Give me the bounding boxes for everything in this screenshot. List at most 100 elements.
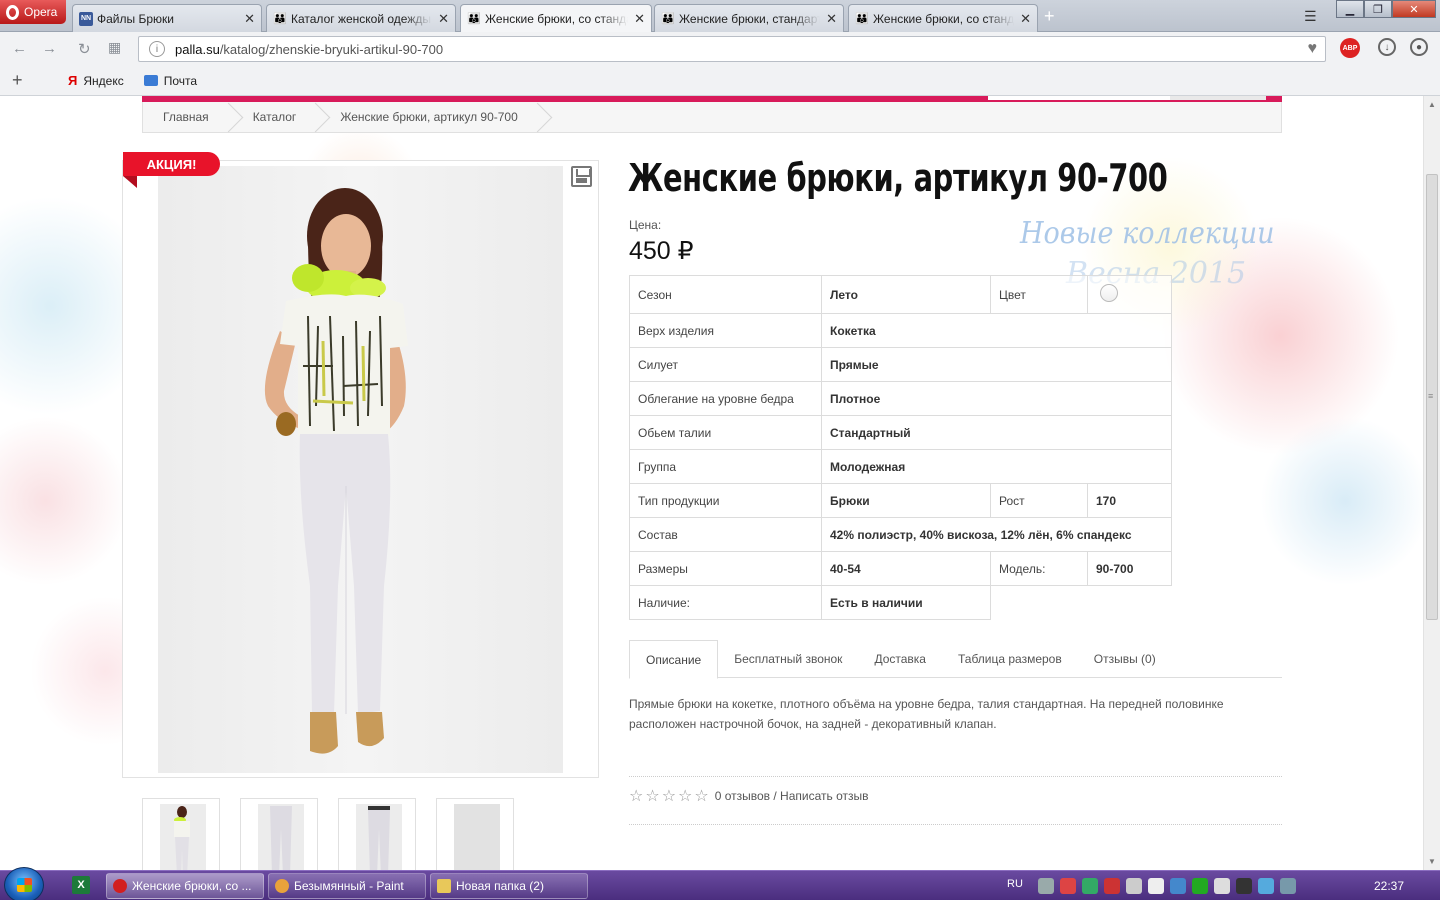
scroll-up-icon[interactable]: ▲ — [1428, 100, 1436, 109]
close-icon[interactable]: ✕ — [244, 11, 255, 27]
spec-value: Брюки — [821, 483, 991, 518]
tab-menu-icon[interactable]: ☰ — [1304, 8, 1317, 25]
new-tab-icon[interactable]: + — [1044, 6, 1055, 27]
model-figure — [264, 188, 408, 754]
opera-logo-icon — [6, 4, 19, 20]
taskbar-folder[interactable]: Новая папка (2) — [430, 873, 588, 899]
tab-title: Женские брюки, стандарт — [679, 11, 821, 26]
product-specs-table: Сезон Лето Цвет Верх изделия Кокетка Сил… — [629, 275, 1172, 620]
browser-tab-5[interactable]: 👪 Женские брюки, со станд ✕ — [848, 4, 1038, 32]
breadcrumb-home[interactable]: Главная — [143, 102, 231, 133]
tray-app-icon[interactable] — [1038, 878, 1054, 894]
color-radio[interactable] — [1100, 284, 1118, 302]
maximize-icon[interactable]: ❐ — [1364, 0, 1392, 18]
taskbar-opera[interactable]: Женские брюки, со ... — [106, 873, 264, 899]
close-icon[interactable]: ✕ — [1020, 11, 1031, 27]
bookmark-label: Почта — [163, 73, 198, 88]
bookmark-mail[interactable]: Почта — [143, 73, 198, 88]
tray-app-icon[interactable] — [1192, 878, 1208, 894]
spec-row: Состав 42% полиэстр, 40% вискоза, 12% лё… — [629, 517, 1172, 552]
background-flower — [0, 416, 130, 586]
reload-icon[interactable]: ↻ — [78, 40, 91, 58]
tray-app-icon[interactable] — [1258, 878, 1274, 894]
close-icon[interactable]: ✕ — [634, 11, 645, 27]
url-field[interactable]: i palla.su/katalog/zhenskie-bryuki-artik… — [138, 36, 1326, 62]
search-input[interactable] — [988, 96, 1170, 100]
folder-icon — [437, 879, 451, 893]
tab-delivery[interactable]: Доставка — [858, 640, 942, 678]
taskbar-paint[interactable]: Безымянный - Paint — [268, 873, 426, 899]
account-icon[interactable]: ● — [1410, 38, 1428, 56]
close-icon[interactable]: ✕ — [826, 11, 837, 27]
url-path: /katalog/zhenskie-bryuki-artikul-90-700 — [219, 41, 444, 57]
window-close-icon[interactable]: ✕ — [1392, 0, 1436, 18]
browser-tab-2[interactable]: 👪 Каталог женской одежды ✕ — [266, 4, 456, 32]
tray-app-icon[interactable] — [1236, 878, 1252, 894]
site-info-icon[interactable]: i — [149, 41, 165, 57]
volume-icon[interactable] — [1214, 878, 1230, 894]
forward-icon[interactable]: → — [42, 40, 57, 57]
browser-tab-4[interactable]: 👪 Женские брюки, стандарт ✕ — [654, 4, 844, 32]
tray-app-icon[interactable] — [1280, 878, 1296, 894]
close-icon[interactable]: ✕ — [438, 11, 449, 27]
language-indicator[interactable]: RU — [1007, 878, 1023, 890]
site-icon: 👪 — [661, 12, 675, 25]
bookmark-yandex[interactable]: Я Яндекс — [68, 73, 124, 88]
page-scrollbar[interactable]: ▲ ≡ ▼ — [1423, 96, 1440, 870]
browser-tab-1[interactable]: NN Файлы Брюки ✕ — [72, 4, 262, 32]
tray-app-icon[interactable] — [1170, 878, 1186, 894]
product-photo[interactable] — [158, 166, 563, 773]
network-icon[interactable] — [1148, 878, 1164, 894]
thumbnail-3[interactable] — [338, 798, 416, 870]
yandex-icon: Я — [68, 73, 78, 88]
opera-menu-button[interactable]: Opera — [0, 0, 66, 24]
back-icon[interactable]: ← — [12, 40, 27, 57]
breadcrumb-current: Женские брюки, артикул 90-700 — [318, 102, 539, 133]
tray-flag-icon[interactable] — [1104, 878, 1120, 894]
spec-value: Кокетка — [821, 313, 1172, 348]
save-icon[interactable] — [571, 166, 592, 187]
scroll-down-icon[interactable]: ▼ — [1428, 857, 1436, 866]
tab-size-chart[interactable]: Таблица размеров — [942, 640, 1078, 678]
thumbnail-2[interactable] — [240, 798, 318, 870]
tab-reviews[interactable]: Отзывы (0) — [1078, 640, 1172, 678]
browser-tab-3-active[interactable]: 👪 Женские брюки, со стандартной ✕ — [460, 4, 652, 33]
tray-shield-icon[interactable] — [1082, 878, 1098, 894]
clock[interactable]: 22:37 — [1374, 879, 1404, 893]
tab-description[interactable]: Описание — [629, 640, 719, 679]
nn-icon: NN — [79, 11, 93, 26]
minimize-icon[interactable]: ▁ — [1336, 0, 1364, 18]
spec-row: Группа Молодежная — [629, 449, 1172, 484]
spec-label: Рост — [990, 483, 1088, 518]
opera-icon — [113, 879, 127, 893]
breadcrumb-catalog[interactable]: Каталог — [231, 102, 319, 133]
site-icon: 👪 — [273, 12, 287, 25]
speed-dial-icon[interactable]: ▦ — [108, 39, 121, 56]
window-controls: ▁ ❐ ✕ — [1336, 0, 1436, 18]
price-label: Цена: — [629, 218, 662, 232]
spec-value: Лето — [821, 275, 991, 314]
spec-value: 42% полиэстр, 40% вискоза, 12% лён, 6% с… — [821, 517, 1172, 552]
spec-value: Молодежная — [821, 449, 1172, 484]
start-button[interactable] — [4, 867, 44, 900]
spec-row: Тип продукции Брюки Рост 170 — [629, 483, 1172, 518]
thumbnail-4[interactable] — [436, 798, 514, 870]
spec-row: Сезон Лето Цвет — [629, 275, 1172, 314]
excel-icon[interactable]: X — [72, 876, 90, 894]
search-button[interactable] — [1170, 96, 1266, 100]
adblock-icon[interactable]: ABP — [1340, 38, 1360, 58]
spec-label: Силует — [629, 347, 822, 382]
reviews-link[interactable]: 0 отзывов / Написать отзыв — [715, 789, 869, 803]
taskbar-label: Новая папка (2) — [456, 879, 544, 893]
thumbnail-1[interactable] — [142, 798, 220, 870]
address-bar-row: ← → ↻ ▦ i palla.su/katalog/zhenskie-bryu… — [0, 32, 1440, 66]
system-tray — [1038, 878, 1296, 894]
tray-app-icon[interactable] — [1126, 878, 1142, 894]
download-icon[interactable]: ↓ — [1378, 38, 1396, 56]
tray-app-icon[interactable] — [1060, 878, 1076, 894]
heart-bookmark-icon[interactable]: ♥ — [1308, 40, 1318, 58]
spec-value: Есть в наличии — [821, 585, 991, 620]
spec-value: Прямые — [821, 347, 1172, 382]
tab-free-call[interactable]: Бесплатный звонок — [718, 640, 858, 678]
add-bookmark-icon[interactable]: + — [12, 70, 48, 91]
